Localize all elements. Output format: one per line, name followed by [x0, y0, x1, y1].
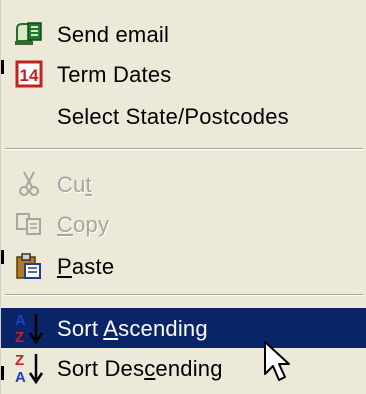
svg-text:Z: Z — [15, 329, 24, 345]
menu-item-label: Cut — [57, 172, 92, 197]
menu-item-label: Copy — [57, 212, 110, 237]
menu-item-sort-ascending[interactable]: A Z Sort Ascending — [1, 308, 366, 348]
menu-item-paste[interactable]: Paste — [1, 246, 366, 286]
menu-item-sort-descending[interactable]: Z A Sort Descending — [1, 348, 366, 388]
menu-item-cut[interactable]: Cut — [1, 164, 366, 204]
svg-text:A: A — [15, 312, 26, 329]
left-edge-mark — [1, 366, 4, 380]
sort-ascending-icon: A Z — [1, 308, 57, 348]
menu-item-send-email[interactable]: Send email — [1, 14, 366, 54]
menu-separator — [5, 294, 363, 296]
menu-item-label: Send email — [57, 22, 170, 47]
svg-text:A: A — [15, 369, 26, 385]
mouse-cursor-icon — [263, 340, 291, 391]
sort-descending-icon: Z A — [1, 348, 57, 388]
menu-item-label: Term Dates — [57, 62, 172, 87]
calendar-14-icon: 14 — [1, 54, 57, 94]
send-email-icon — [1, 14, 57, 54]
menu-item-select-state-postcodes[interactable]: Select State/Postcodes — [1, 96, 366, 136]
menu-item-label: Sort Descending — [57, 356, 223, 381]
menu-item-copy[interactable]: Copy — [1, 204, 366, 244]
menu-item-term-dates[interactable]: 14 Term Dates — [1, 54, 366, 94]
menu-item-label: Sort Ascending — [57, 316, 208, 341]
left-edge-mark — [1, 60, 4, 74]
copy-icon — [1, 204, 57, 244]
left-edge-mark — [1, 250, 4, 264]
menu-item-icon-empty — [1, 96, 57, 136]
menu-item-label: Select State/Postcodes — [57, 104, 289, 129]
scissors-icon — [1, 164, 57, 204]
menu-separator — [5, 148, 363, 150]
paste-icon — [1, 246, 57, 286]
context-menu: Send email 14 Term Dates Select State/Po… — [0, 0, 366, 394]
svg-text:Z: Z — [15, 352, 24, 369]
menu-item-label: Paste — [57, 254, 115, 279]
svg-text:14: 14 — [20, 66, 39, 85]
